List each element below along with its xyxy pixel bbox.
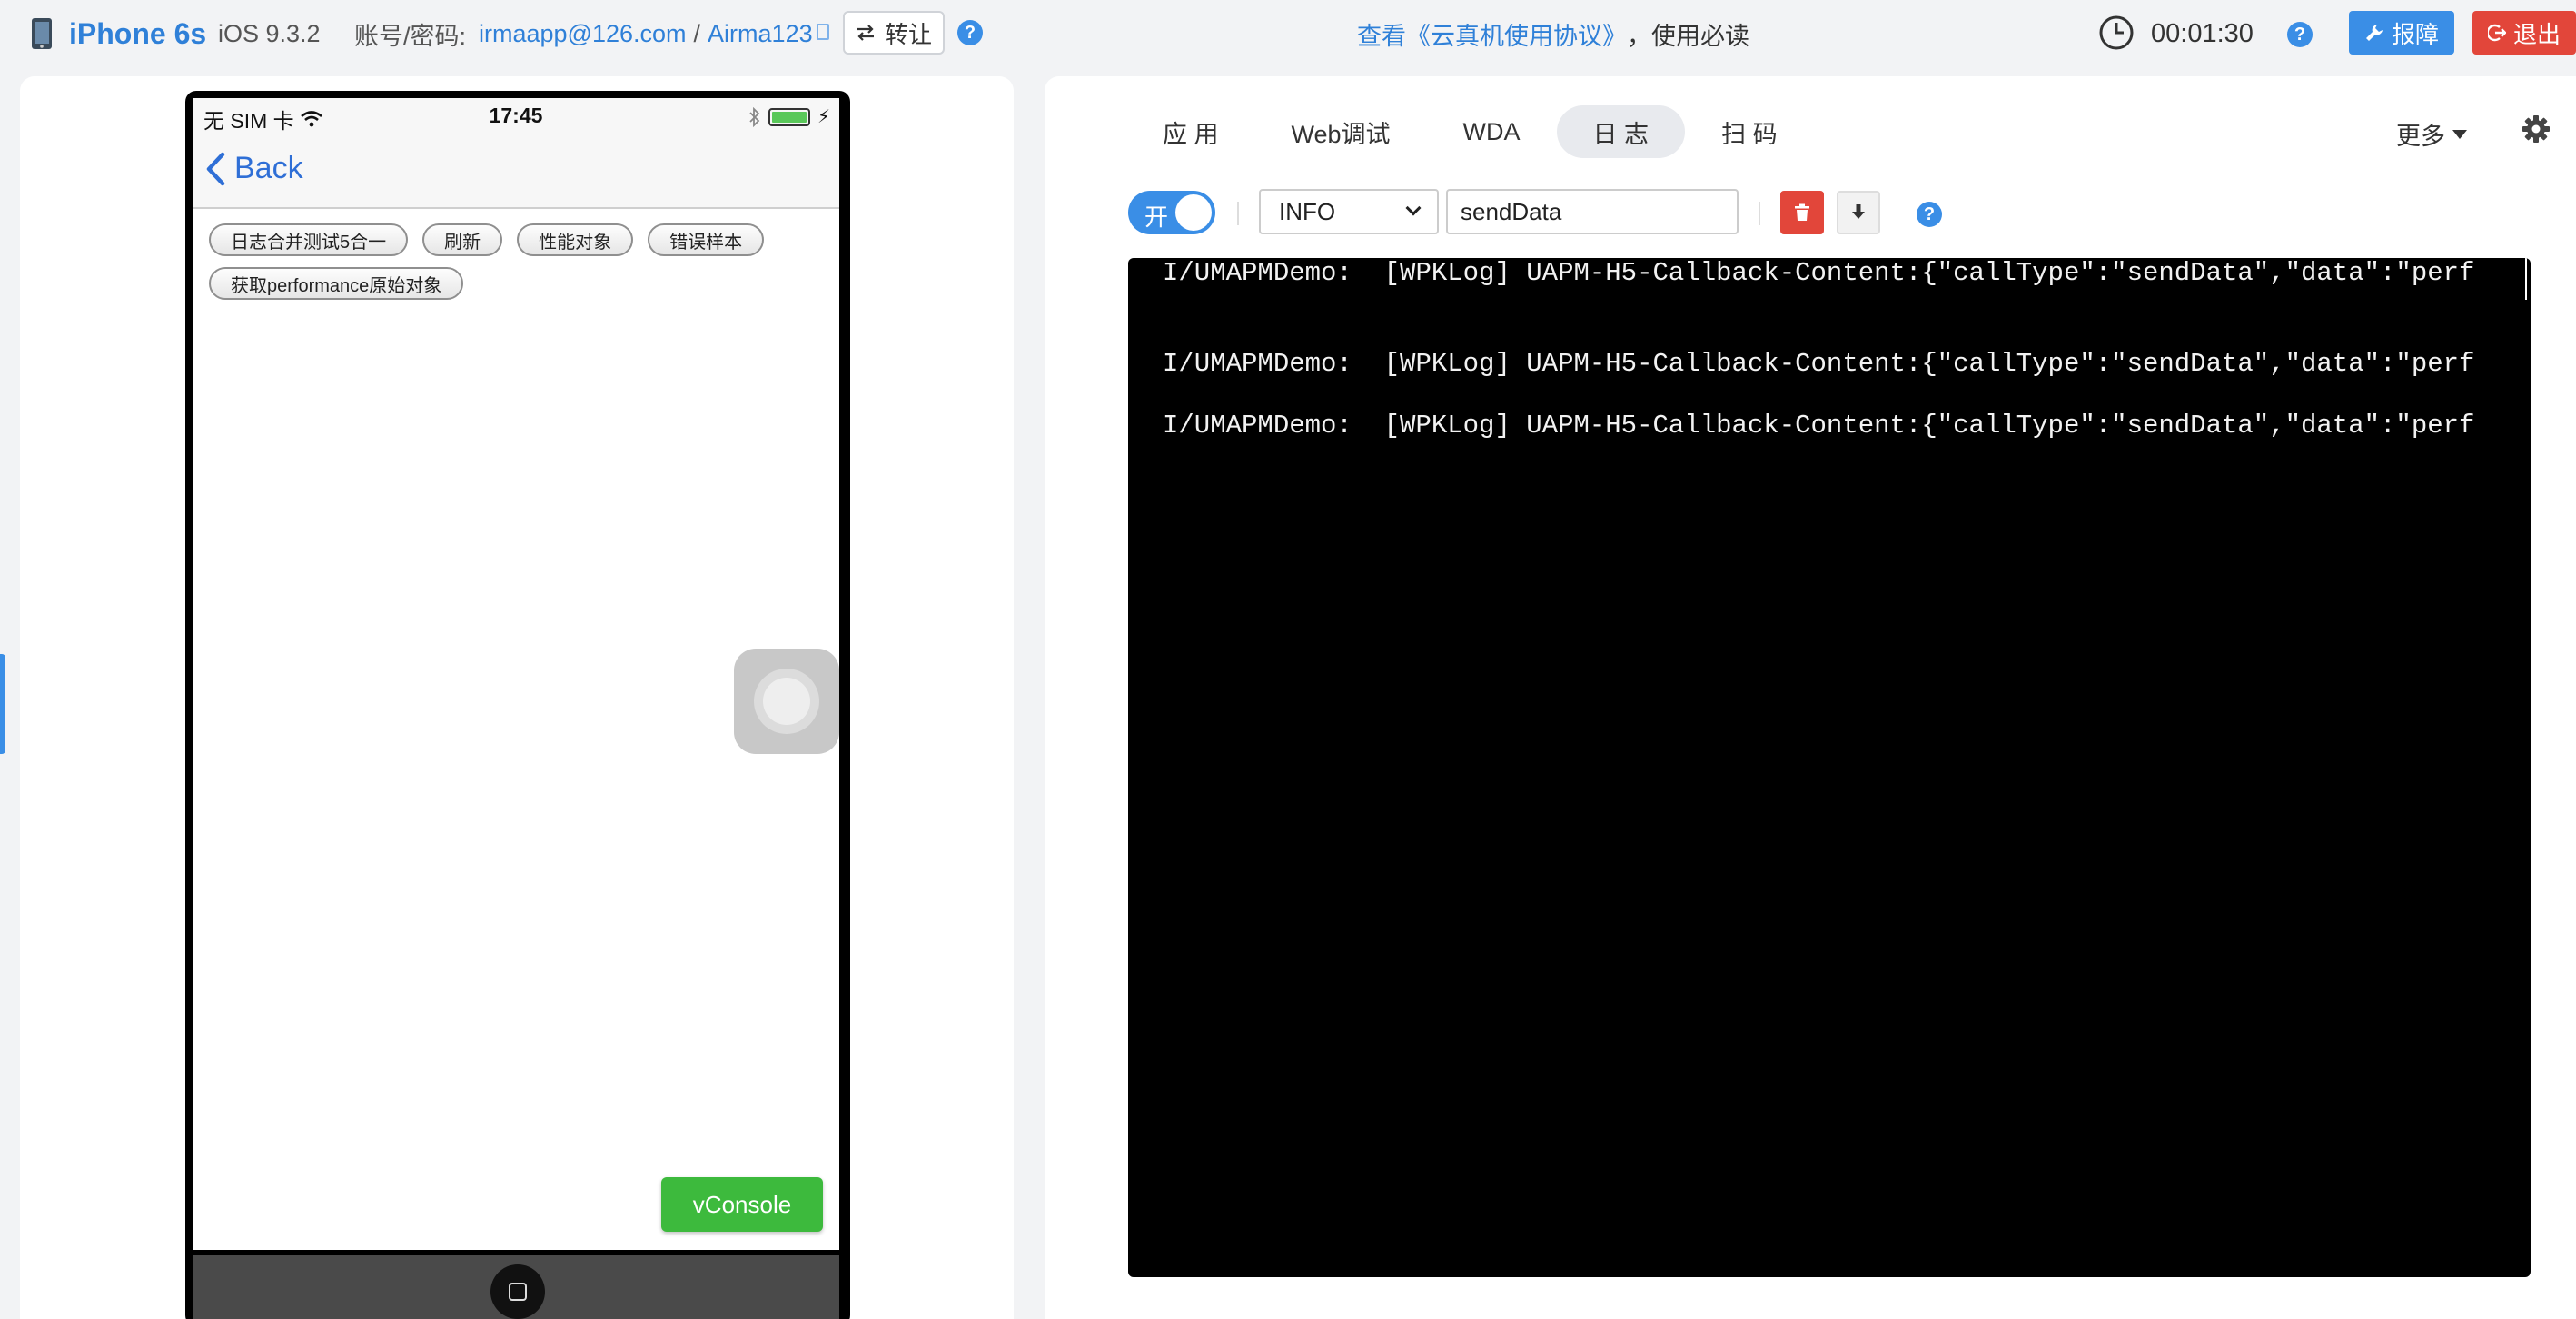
log-level-select[interactable]: INFO	[1259, 189, 1439, 234]
battery-icon	[768, 107, 810, 126]
session-timer: 00:01:30	[2151, 18, 2254, 48]
device-name: iPhone 6s	[69, 16, 207, 50]
back-label: Back	[234, 151, 303, 185]
merge-log-test-button[interactable]: 日志合并测试5合一	[209, 223, 409, 256]
log-line: I/UMAPMDemo: [WPKLog] UAPM-H5-Callback-C…	[1163, 349, 2475, 379]
agreement-link[interactable]: 查看《云真机使用协议》	[1357, 16, 1627, 52]
log-filter-input[interactable]	[1446, 189, 1739, 234]
tools-panel: 应 用 Web调试 WDA 日 志 扫 码 更多 开 INFO sendData…	[1045, 76, 2576, 1319]
toggle-label: 开	[1144, 203, 1169, 231]
phone-home-bar	[193, 1255, 839, 1319]
refresh-button[interactable]: 刷新	[422, 223, 503, 256]
vconsole-button[interactable]: vConsole	[661, 1177, 823, 1232]
clock-icon	[2098, 15, 2135, 51]
transfer-button[interactable]: 转让	[843, 11, 945, 55]
account-email[interactable]: irmaapp@126.com	[479, 20, 687, 48]
tab-scan[interactable]: 扫 码	[1685, 105, 1814, 158]
performance-object-button[interactable]: 性能对象	[517, 223, 634, 256]
tab-web-debug[interactable]: Web调试	[1255, 105, 1427, 158]
chevron-left-icon	[206, 152, 225, 185]
tool-tabs: 应 用 Web调试 WDA 日 志 扫 码	[1126, 105, 1814, 158]
toggle-knob	[1175, 194, 1212, 231]
status-time: 17:45	[489, 104, 543, 127]
gear-icon[interactable]	[2522, 114, 2551, 148]
console-scrollbar[interactable]	[2525, 258, 2527, 300]
ios-nav-bar: Back	[193, 134, 839, 209]
ios-status-bar: 无 SIM 卡 17:45 ⚡	[193, 98, 839, 134]
toolbar-divider	[1237, 202, 1239, 225]
bluetooth-icon	[749, 106, 760, 127]
help-icon[interactable]: ?	[1917, 202, 1942, 227]
phone-icon	[31, 0, 53, 67]
assistive-touch-button[interactable]	[734, 649, 839, 754]
toolbar-divider	[1759, 202, 1760, 225]
charging-icon: ⚡	[817, 107, 830, 127]
account-info: 账号/密码: irmaapp@126.com / Airma123	[354, 0, 829, 67]
home-button[interactable]	[490, 1264, 545, 1319]
os-version: iOS 9.3.2	[218, 19, 321, 47]
trash-icon	[1795, 203, 1809, 221]
download-icon	[1852, 204, 1865, 219]
account-password[interactable]: Airma123	[708, 20, 813, 48]
transfer-icon	[857, 25, 874, 41]
log-toolbar: 开 INFO ?	[1128, 189, 2545, 236]
error-sample-button[interactable]: 错误样本	[648, 223, 765, 256]
clear-logs-button[interactable]	[1780, 191, 1824, 234]
phone-screen[interactable]: 无 SIM 卡 17:45 ⚡ Back 日志合并测试5合一 刷新 性能对象 错…	[193, 98, 839, 1250]
log-line: I/UMAPMDemo: [WPKLog] UAPM-H5-Callback-C…	[1163, 258, 2475, 288]
account-label: 账号/密码:	[354, 22, 467, 50]
log-level-value: INFO	[1279, 197, 1336, 225]
tab-apps[interactable]: 应 用	[1126, 105, 1255, 158]
help-icon[interactable]: ?	[957, 20, 983, 45]
log-capture-toggle[interactable]: 开	[1128, 191, 1215, 234]
help-icon[interactable]: ?	[2287, 22, 2313, 47]
chevron-down-icon	[1405, 200, 1422, 216]
tab-wda[interactable]: WDA	[1427, 105, 1557, 158]
back-button[interactable]: Back	[205, 151, 303, 186]
wrench-icon	[2365, 25, 2383, 41]
more-label: 更多	[2396, 123, 2445, 150]
account-separator: /	[693, 19, 701, 47]
more-menu[interactable]: 更多	[2396, 116, 2467, 152]
copy-icon[interactable]	[816, 24, 829, 40]
log-console[interactable]: I/UMAPMDemo: [WPKLog] UAPM-H5-Callback-C…	[1128, 258, 2531, 1277]
tab-logs[interactable]: 日 志	[1556, 105, 1686, 158]
logout-button[interactable]: 退出	[2472, 11, 2576, 55]
report-issue-button[interactable]: 报障	[2349, 11, 2454, 55]
logout-label: 退出	[2512, 20, 2561, 48]
notice-suffix: ，使用必读	[1627, 22, 1749, 50]
report-label: 报障	[2391, 20, 2439, 48]
get-performance-raw-button[interactable]: 获取performance原始对象	[209, 267, 464, 300]
log-line: I/UMAPMDemo: [WPKLog] UAPM-H5-Callback-C…	[1163, 411, 2475, 441]
demo-button-row: 日志合并测试5合一 刷新 性能对象 错误样本 获取performance原始对象	[209, 223, 836, 300]
transfer-label: 转让	[884, 20, 932, 48]
side-drawer-handle[interactable]	[0, 654, 5, 754]
download-logs-button[interactable]	[1837, 191, 1880, 234]
caret-down-icon	[2452, 129, 2467, 139]
logout-icon	[2487, 24, 2506, 42]
top-bar: iPhone 6s iOS 9.3.2 账号/密码: irmaapp@126.c…	[0, 0, 2576, 67]
usage-notice: 查看《云真机使用协议》 ，使用必读	[1357, 0, 1749, 67]
